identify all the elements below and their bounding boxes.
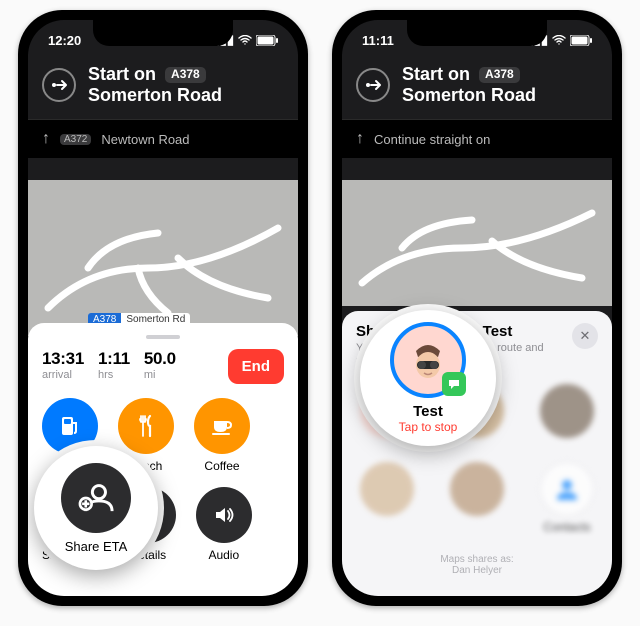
left-phone: 12:20 ▮▮▮▮ Start on A378: [18, 10, 308, 606]
grabber[interactable]: [146, 335, 180, 339]
status-time: 11:11: [362, 33, 394, 48]
audio-button[interactable]: Audio: [196, 487, 252, 562]
turn-icon: [356, 68, 390, 102]
left-screen: 12:20 ▮▮▮▮ Start on A378: [28, 20, 298, 596]
direction-banner: Start on A378 Somerton Road: [342, 54, 612, 119]
right-phone: 11:11 ▮▮▮▮ Start on A378 Somerton Road: [332, 10, 622, 606]
next-step-banner: ↑ A372 Newtown Road: [28, 119, 298, 158]
direction-banner: Start on A378 Somerton Road: [28, 54, 298, 119]
map-area[interactable]: [342, 180, 612, 306]
road-badge: A378: [165, 67, 206, 83]
turn-icon: [42, 68, 76, 102]
distance-stat: 50.0 mi: [144, 349, 176, 381]
right-screen: 11:11 ▮▮▮▮ Start on A378 Somerton Road: [342, 20, 612, 596]
arrival-stat: 13:31 arrival: [42, 349, 84, 381]
contacts-row-blurred: Contacts: [356, 462, 598, 534]
duration-stat: 1:11 hrs: [98, 349, 130, 381]
instruction-text: Start on A378 Somerton Road: [402, 64, 536, 105]
arrow-up-icon: ↑: [42, 130, 50, 148]
close-button[interactable]: ✕: [572, 323, 598, 349]
instruction-text: Start on A378 Somerton Road: [88, 64, 222, 105]
map-roads-icon: [342, 180, 612, 306]
coffee-icon: [194, 398, 250, 454]
sheet-footer: Maps shares as: Dan Helyer: [356, 554, 598, 576]
contacts-icon: [540, 462, 594, 516]
notch: [93, 20, 233, 46]
status-time: 12:20: [48, 33, 81, 48]
road-badge-small: A372: [60, 134, 91, 145]
contact-blurred[interactable]: [360, 462, 414, 516]
tap-to-stop-label[interactable]: Tap to stop: [399, 420, 458, 434]
contact-blurred[interactable]: [540, 384, 594, 438]
contact-name: Test: [413, 403, 443, 420]
messages-badge-icon: [442, 372, 466, 396]
wifi-icon: [552, 35, 566, 45]
next-step-banner: ↑ Continue straight on: [342, 119, 612, 158]
map-area[interactable]: A378Somerton Rd: [28, 180, 298, 336]
contacts-button[interactable]: Contacts: [540, 462, 594, 534]
close-icon: ✕: [580, 328, 591, 344]
test-contact-callout: Test Tap to stop: [360, 310, 496, 446]
audio-icon: [196, 487, 252, 543]
share-eta-callout: Share ETA: [34, 446, 158, 570]
cutlery-icon: [118, 398, 174, 454]
battery-icon: [256, 35, 278, 46]
contact-avatar[interactable]: [390, 322, 466, 398]
wifi-icon: [238, 35, 252, 45]
battery-icon: [570, 35, 592, 46]
contact-blurred[interactable]: [450, 462, 504, 516]
share-eta-label: Share ETA: [65, 539, 128, 554]
arrow-up-icon: ↑: [356, 130, 364, 148]
end-button[interactable]: End: [228, 349, 284, 384]
road-badge: A378: [479, 67, 520, 83]
coffee-button[interactable]: Coffee: [194, 398, 250, 473]
share-eta-icon[interactable]: [61, 463, 131, 533]
notch: [407, 20, 547, 46]
stats-row: 13:31 arrival 1:11 hrs 50.0 mi End: [42, 349, 284, 384]
